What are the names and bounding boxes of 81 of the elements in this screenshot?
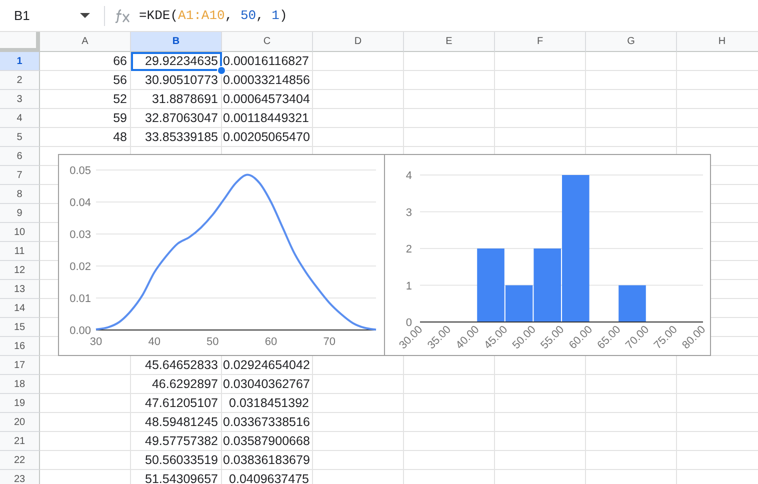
axis-label: 1 [406,280,412,292]
table-cell: 31.8878691 [131,90,222,109]
table-cell: 0.03040362767 [222,375,313,394]
table-cell: 0.0409637475 [222,470,313,484]
axis-label: 0.03 [70,229,91,241]
table-cell: 49.57757382 [131,432,222,451]
row-header[interactable]: 22 [0,451,40,470]
table-cell: 56 [40,71,131,90]
row-header[interactable]: 16 [0,337,40,356]
row-header[interactable]: 5 [0,128,40,147]
column-header[interactable]: B [131,32,222,52]
table-cell: 0.00205065470 [222,128,313,147]
table-cell: 0.00064573404 [222,90,313,109]
table-cell: 51.54309657 [131,470,222,484]
fill-handle[interactable] [217,66,226,75]
column-header[interactable]: D [313,32,404,52]
column-header[interactable]: A [40,32,131,52]
row-header[interactable]: 19 [0,394,40,413]
axis-label: 0.01 [70,293,91,305]
row-header[interactable]: 20 [0,413,40,432]
axis-label: 3 [406,206,412,219]
row-header[interactable]: 18 [0,375,40,394]
line-chart[interactable]: 0.00 0.01 0.02 0.03 0.04 0.05 30 40 50 60 70 [58,154,385,356]
column-header[interactable]: G [586,32,677,52]
name-box[interactable]: B1 [8,4,96,28]
axis-label: 0.02 [70,261,91,273]
table-cell: 47.61205107 [131,394,222,413]
table-cell: 50.56033519 [131,451,222,470]
axis-label: 0.00 [70,325,91,337]
table-cell: 46.6292897 [131,375,222,394]
caret-icon[interactable] [80,12,90,18]
column-header[interactable]: F [495,32,586,52]
table-cell: 0.03367338516 [222,413,313,432]
table-cell: 0.00033214856 [222,71,313,90]
axis-label: 0 [406,317,412,329]
table-cell: 52 [40,90,131,109]
row-header[interactable]: 23 [0,470,40,484]
column-header[interactable]: E [404,32,495,52]
table-cell: 48.59481245 [131,413,222,432]
axis-label: 60 [264,336,278,348]
table-cell: 48 [40,128,131,147]
table-cell: 0.00118449321 [222,109,313,128]
row-header[interactable]: 10 [0,223,40,242]
column-header[interactable]: C [222,32,313,52]
table-cell: 30.90510773 [131,71,222,90]
table-cell: 66 [40,52,131,71]
row-header[interactable]: 4 [0,109,40,128]
function-icon [115,8,131,22]
axis-label: 4 [406,170,412,182]
row-header[interactable]: 13 [0,280,40,299]
row-header[interactable]: 12 [0,261,40,280]
axis-label: 2 [406,244,412,256]
table-cell: 0.00016116827 [222,52,313,71]
table-cell: 33.85339185 [131,128,222,147]
row-header[interactable]: 14 [0,299,40,318]
axis-label: 70 [323,336,336,348]
row-header[interactable]: 3 [0,90,40,109]
row-header[interactable]: 17 [0,356,40,375]
row-header[interactable]: 1 [0,52,40,71]
row-header[interactable]: 8 [0,185,40,204]
column-header[interactable]: H [677,32,758,52]
table-cell: 0.03836183679 [222,451,313,470]
row-header[interactable]: 6 [0,147,40,166]
row-header[interactable]: 9 [0,204,40,223]
table-cell: 29.92234635 [131,52,222,71]
histogram-bar [618,285,646,322]
axis-label: 0.04 [70,197,91,209]
table-cell: 32.87063047 [131,109,222,128]
table-cell: 0.0318451392 [222,394,313,413]
row-header[interactable]: 15 [0,318,40,337]
formula-input[interactable]: =KDE(A1:A10, 50, 1) [139,8,288,23]
axis-label: 30 [90,336,102,348]
table-cell: 59 [40,109,131,128]
row-header[interactable]: 11 [0,242,40,261]
axis-label: 0.05 [70,165,91,177]
table-cell: 0.03587900668 [222,432,313,451]
row-header[interactable]: 7 [0,166,40,185]
axis-label: 40 [148,336,160,348]
row-header[interactable]: 2 [0,71,40,90]
axis-label: 50 [206,336,219,348]
row-header[interactable]: 21 [0,432,40,451]
